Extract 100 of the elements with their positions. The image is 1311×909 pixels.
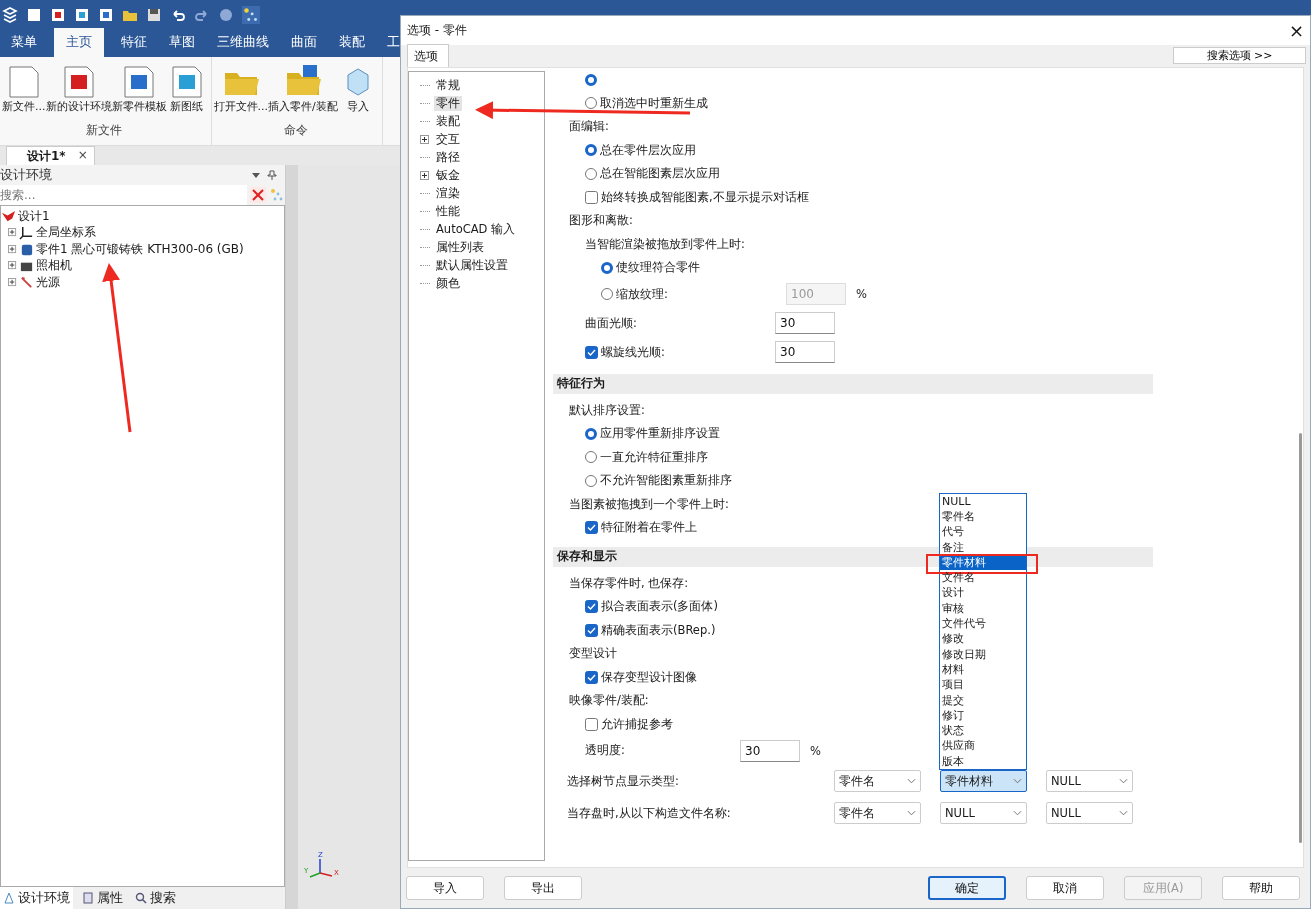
options-tree-item[interactable]: 默认属性设置 xyxy=(434,257,510,273)
tree-item[interactable]: 光源 xyxy=(36,273,60,291)
options-tree-item[interactable]: 性能 xyxy=(434,203,462,219)
tree-item[interactable]: 设计1 xyxy=(18,207,50,225)
checkbox[interactable] xyxy=(585,521,598,535)
document-icon[interactable] xyxy=(26,7,42,23)
dropdown-option[interactable]: 代号 xyxy=(942,525,964,539)
radio-button[interactable] xyxy=(585,474,597,487)
sphere-icon[interactable] xyxy=(218,7,234,23)
options-tree-item[interactable]: 路径 xyxy=(434,149,462,165)
dropdown-option[interactable]: 修改 xyxy=(942,632,964,646)
panel-tab[interactable]: 设计环境 xyxy=(0,887,73,909)
tree-item[interactable]: 照相机 xyxy=(36,257,72,275)
dropdown[interactable]: 零件名 xyxy=(834,770,921,792)
checkbox[interactable] xyxy=(585,670,598,684)
tree-item[interactable]: 零件1 黑心可锻铸铁 KTH300-06 (GB) xyxy=(36,240,244,258)
redo-icon[interactable] xyxy=(194,7,210,23)
ribbon-button[interactable]: 新的设计环境 xyxy=(45,65,112,114)
dropdown-option[interactable]: 材料 xyxy=(942,662,964,676)
input-field[interactable]: 30 xyxy=(775,312,835,334)
ribbon-tab[interactable]: 主页 xyxy=(54,28,104,57)
input-field[interactable]: 30 xyxy=(740,739,800,762)
options-tree-item[interactable]: 属性列表 xyxy=(434,239,486,255)
dropdown-option[interactable]: 修订 xyxy=(942,708,964,722)
ribbon-tab[interactable]: 草图 xyxy=(158,28,206,57)
panel-tab[interactable]: 搜索 xyxy=(132,887,179,909)
dropdown-option[interactable]: 状态 xyxy=(942,724,964,738)
close-button[interactable]: × xyxy=(1288,20,1304,41)
dialog-button[interactable]: 取消 xyxy=(1026,876,1104,900)
radio-button[interactable] xyxy=(585,144,597,157)
document-icon[interactable] xyxy=(50,7,66,23)
dropdown[interactable]: NULL xyxy=(1046,770,1133,792)
dropdown-option[interactable]: 项目 xyxy=(942,678,964,692)
dialog-button[interactable]: 导入 xyxy=(406,876,484,900)
ribbon-button[interactable]: 打开文件... xyxy=(213,65,268,114)
options-tree-item[interactable]: 零件 xyxy=(434,95,462,111)
search-field[interactable]: 搜索... xyxy=(0,185,247,205)
dialog-tab[interactable]: 选项 xyxy=(407,44,449,67)
search-options-button[interactable]: 搜索选项 >> xyxy=(1173,47,1306,64)
radio-button[interactable] xyxy=(585,167,597,180)
options-tree-item[interactable]: 常规 xyxy=(434,77,462,93)
checkbox[interactable] xyxy=(585,345,598,359)
ribbon-tab[interactable]: 曲面 xyxy=(280,28,328,57)
undo-icon[interactable] xyxy=(170,7,186,23)
radio-button[interactable] xyxy=(585,97,597,110)
close-icon[interactable]: × xyxy=(77,148,88,165)
dropdown-option[interactable]: 版本 xyxy=(942,754,964,768)
dropdown[interactable]: NULL xyxy=(1046,802,1133,824)
dialog-button[interactable]: 导出 xyxy=(504,876,582,900)
clear-icon[interactable] xyxy=(250,187,266,203)
ribbon-button[interactable]: 新图纸 xyxy=(166,65,207,114)
dropdown-option[interactable]: 文件代号 xyxy=(942,617,986,631)
dropdown-option[interactable]: 提交 xyxy=(942,693,964,707)
expand-icon[interactable] xyxy=(420,170,429,180)
options-tree-item[interactable]: 颜色 xyxy=(434,275,462,291)
scrollbar[interactable] xyxy=(1299,433,1302,843)
radio-button[interactable] xyxy=(585,451,597,464)
dropdown[interactable]: NULL xyxy=(940,802,1027,824)
expand-icon[interactable] xyxy=(420,134,429,144)
panel-tab[interactable]: 属性 xyxy=(79,887,126,909)
ribbon-button[interactable]: 新零件模板 xyxy=(111,65,167,114)
ribbon-tab[interactable]: 菜单 xyxy=(0,28,48,57)
radio-button[interactable] xyxy=(585,73,597,86)
sparkle-tree-icon[interactable] xyxy=(242,6,260,24)
dropdown-option[interactable]: 设计 xyxy=(942,586,964,600)
options-tree-item[interactable]: 渲染 xyxy=(434,185,462,201)
dropdown-option[interactable]: 供应商 xyxy=(942,739,975,753)
pin-icon[interactable] xyxy=(267,170,277,180)
checkbox[interactable] xyxy=(585,623,598,637)
checkbox[interactable] xyxy=(585,600,598,614)
tree-item[interactable]: 全局坐标系 xyxy=(36,224,96,242)
dropdown-option[interactable]: 修改日期 xyxy=(942,647,986,661)
ribbon-button[interactable]: 新文件... xyxy=(2,65,46,114)
ribbon-tab[interactable]: 特征 xyxy=(110,28,158,57)
input-field[interactable]: 30 xyxy=(775,341,835,363)
dropdown[interactable]: 零件名 xyxy=(834,802,921,824)
dropdown-option[interactable]: 文件名 xyxy=(942,571,975,585)
document-tab[interactable]: 设计1* × xyxy=(6,146,95,165)
ribbon-button[interactable]: 插入零件/装配 xyxy=(268,65,338,114)
save-icon[interactable] xyxy=(146,7,162,23)
radio-button[interactable] xyxy=(601,261,613,274)
options-tree-item[interactable]: 装配 xyxy=(434,113,462,129)
ribbon-tab[interactable]: 三维曲线 xyxy=(206,28,280,57)
dialog-button[interactable]: 确定 xyxy=(928,876,1006,900)
dropdown-caret-icon[interactable] xyxy=(251,170,261,180)
radio-button[interactable] xyxy=(585,427,597,440)
dialog-button[interactable]: 帮助 xyxy=(1222,876,1300,900)
options-tree-item[interactable]: 钣金 xyxy=(434,167,462,183)
dropdown-option[interactable]: NULL xyxy=(942,494,971,508)
options-tree-item[interactable]: AutoCAD 输入 xyxy=(434,221,518,237)
dropdown[interactable]: 零件材料 xyxy=(940,770,1027,792)
radio-button[interactable] xyxy=(601,288,613,300)
dropdown-option[interactable]: 零件名 xyxy=(942,509,975,523)
ribbon-tab[interactable]: 装配 xyxy=(328,28,376,57)
checkbox[interactable] xyxy=(585,717,598,731)
dropdown-option[interactable]: 审核 xyxy=(942,601,964,615)
checkbox[interactable] xyxy=(585,190,598,204)
options-tree-item[interactable]: 交互 xyxy=(434,131,462,147)
document-icon[interactable] xyxy=(74,7,90,23)
document-icon[interactable] xyxy=(98,7,114,23)
